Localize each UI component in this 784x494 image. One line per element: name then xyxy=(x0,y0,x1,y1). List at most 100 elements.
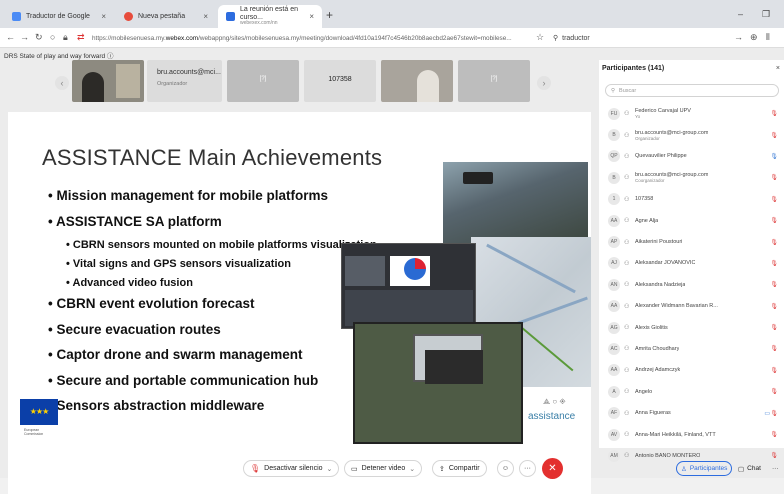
device-icon: ⚇ xyxy=(624,303,630,310)
camera-permission-icon[interactable]: ⇄ xyxy=(77,32,85,43)
participant-tile-organizer[interactable]: bru.accounts@mci... Organizador xyxy=(147,60,222,102)
page-icon xyxy=(124,12,133,21)
device-icon: ⚇ xyxy=(624,153,630,160)
device-icon: ⚇ xyxy=(624,260,630,267)
share-button[interactable]: ⇪ Compartir xyxy=(432,460,487,477)
video-tile[interactable] xyxy=(72,60,144,102)
person-icon: ♙ xyxy=(681,465,687,473)
avatar: B xyxy=(608,171,620,184)
chevron-down-icon[interactable]: ⌄ xyxy=(409,465,415,473)
tab-subtitle: webexex.com/nn xyxy=(240,20,278,27)
participant-row[interactable]: QP ⚇ Quevauvilier Philippe 🎙︎ xyxy=(599,146,784,167)
mic-muted-icon: 🎙︎ xyxy=(770,389,778,396)
mute-button[interactable]: 🎙︎ Desactivar silencio ⌄ xyxy=(243,460,340,477)
video-label: Detener video xyxy=(361,465,406,472)
device-icon: ⚇ xyxy=(624,453,630,460)
mic-muted-icon: 🎙︎ xyxy=(770,239,778,246)
extensions-icon[interactable]: ⊕ xyxy=(750,32,758,43)
chevron-down-icon[interactable]: ⌄ xyxy=(327,465,333,473)
info-icon[interactable]: ⓘ xyxy=(107,53,114,60)
stop-video-button[interactable]: ▭ Detener video ⌄ xyxy=(344,460,423,477)
participant-tile[interactable]: [?] xyxy=(458,60,530,102)
minimize-icon[interactable]: – xyxy=(738,9,743,19)
tab-title: Nueva pestaña xyxy=(138,13,186,20)
tab-new[interactable]: Nueva pestaña × xyxy=(116,5,216,28)
restore-icon[interactable]: ❐ xyxy=(762,9,770,20)
strip-next-button[interactable]: › xyxy=(537,76,551,90)
reload-icon[interactable]: ↻ xyxy=(35,32,43,43)
participant-row[interactable]: AG ⚇ Alexis Giolitis 🎙︎ xyxy=(599,317,784,338)
mic-muted-icon: 🎙︎ xyxy=(250,464,261,473)
participant-row[interactable]: AJ ⚇ Aleksandar JOVANOVIC 🎙︎ xyxy=(599,253,784,274)
sub-bullet: CBRN sensors mounted on mobile platforms… xyxy=(48,239,377,258)
participant-row[interactable]: B ⚇ bru.accounts@mci-group.com Coorganizado… xyxy=(599,167,784,188)
participant-row[interactable]: AF ⚇ Anna Figueras ▭ 🎙︎ xyxy=(599,402,784,423)
new-tab-button[interactable]: + xyxy=(326,8,333,22)
participants-button[interactable]: ♙ Participantes xyxy=(676,461,733,476)
participant-row[interactable]: AA ⚇ Alexander Widmann Bavarian R... 🎙︎ xyxy=(599,296,784,317)
map-road xyxy=(518,324,574,372)
bookmark-star-icon[interactable]: ☆ xyxy=(536,32,544,43)
participant-row[interactable]: AA ⚇ Agne Alja 🎙︎ xyxy=(599,210,784,231)
participant-row[interactable]: AC ⚇ Amrita Choudhary 🎙︎ xyxy=(599,338,784,359)
search-box[interactable]: ⚲ traductor xyxy=(553,31,590,45)
participant-tile[interactable]: [?] xyxy=(227,60,299,102)
participant-name: Aleksandra Nadzieja xyxy=(635,281,686,288)
end-call-button[interactable]: ✕ xyxy=(542,458,563,479)
more-options-button[interactable]: ··· xyxy=(519,460,536,477)
participant-text: bru.accounts@mci-group.com Coorganizador xyxy=(635,172,708,183)
participant-text: Amrita Choudhary xyxy=(635,346,679,352)
tab-google-translate[interactable]: Traductor de Google × xyxy=(4,5,114,28)
shared-slide: ASSISTANCE Main Achievements Mission man… xyxy=(8,112,591,494)
library-icon[interactable]: ⫴ xyxy=(766,32,770,43)
browser-tab-bar: Traductor de Google × Nueva pestaña × La… xyxy=(0,0,784,28)
mic-muted-icon: 🎙︎ xyxy=(770,325,778,332)
bullet: CBRN event evolution forecast xyxy=(48,296,377,322)
participant-name: 107358 xyxy=(635,196,654,203)
close-tab-icon[interactable]: × xyxy=(309,12,314,21)
participant-row[interactable]: 1 ⚇ 107358 🎙︎ xyxy=(599,189,784,210)
mic-muted-icon: 🎙︎ xyxy=(770,346,778,353)
search-icon: ⚲ xyxy=(611,87,616,94)
participant-text: Anna Figueras xyxy=(635,410,671,416)
strip-prev-button[interactable]: ‹ xyxy=(55,76,69,90)
mic-muted-icon: 🎙︎ xyxy=(770,196,778,203)
participant-row[interactable]: AN ⚇ Aleksandra Nadzieja 🎙︎ xyxy=(599,274,784,295)
overflow-menu-button[interactable]: ··· xyxy=(768,461,783,476)
close-panel-button[interactable]: × xyxy=(776,65,780,72)
close-tab-icon[interactable]: × xyxy=(203,12,208,21)
participants-search-input[interactable]: ⚲ Buscar xyxy=(605,84,779,97)
search-text: traductor xyxy=(562,34,590,42)
address-bar[interactable]: https://mobilesenuesa.my. webex.com/webap… xyxy=(92,31,544,45)
device-icon: ⚇ xyxy=(624,346,630,353)
sub-bullet: Advanced video fusion xyxy=(48,277,377,296)
close-tab-icon[interactable]: × xyxy=(101,12,106,21)
meeting-title: DRS State of play and way forward ⓘ xyxy=(4,53,114,60)
forward-icon[interactable]: → xyxy=(20,32,29,42)
tab-webex-meeting[interactable]: La reunión está en curso... webexex.com/… xyxy=(218,5,322,28)
participant-name: Agne Alja xyxy=(635,217,659,224)
participant-row[interactable]: AV ⚇ Anna-Mari Heikkilä, Finland, VTT 🎙︎ xyxy=(599,424,784,445)
participant-row[interactable]: AA ⚇ Andrzej Adamczyk 🎙︎ xyxy=(599,360,784,381)
participant-number: 107358 xyxy=(328,76,352,83)
participant-row[interactable]: AP ⚇ Aikaterini Poustouri 🎙︎ xyxy=(599,231,784,252)
ui-pane xyxy=(345,290,473,326)
participant-text: Alexander Widmann Bavarian R... xyxy=(635,303,718,309)
avatar: AV xyxy=(608,428,620,441)
participant-tile-phone[interactable]: 107358 xyxy=(304,60,376,102)
participant-row[interactable]: A ⚇ Angelo 🎙︎ xyxy=(599,381,784,402)
video-tile[interactable] xyxy=(381,60,453,102)
avatar-icon: [?] xyxy=(259,76,267,82)
participant-text: Antonio BAÑO MONTERO xyxy=(635,453,700,459)
participant-video xyxy=(417,70,439,102)
avatar: AP xyxy=(608,236,620,249)
participant-row[interactable]: FU ⚇ Federico Carvajal UPV Yo 🎙︎ xyxy=(599,103,784,124)
forward-arrow-icon[interactable]: → xyxy=(734,32,743,42)
participant-row[interactable]: B ⚇ bru.accounts@mci-group.com Organizador 🎙… xyxy=(599,124,784,145)
sub-bullet: Vital signs and GPS sensors visualizatio… xyxy=(48,258,377,277)
device-icon: ⚇ xyxy=(624,175,630,182)
back-icon[interactable]: ← xyxy=(6,32,15,42)
reactions-button[interactable]: ☺ xyxy=(497,460,514,477)
participant-name: Anna Figueras xyxy=(635,410,671,417)
chat-button[interactable]: ▢ Chat xyxy=(734,461,765,476)
